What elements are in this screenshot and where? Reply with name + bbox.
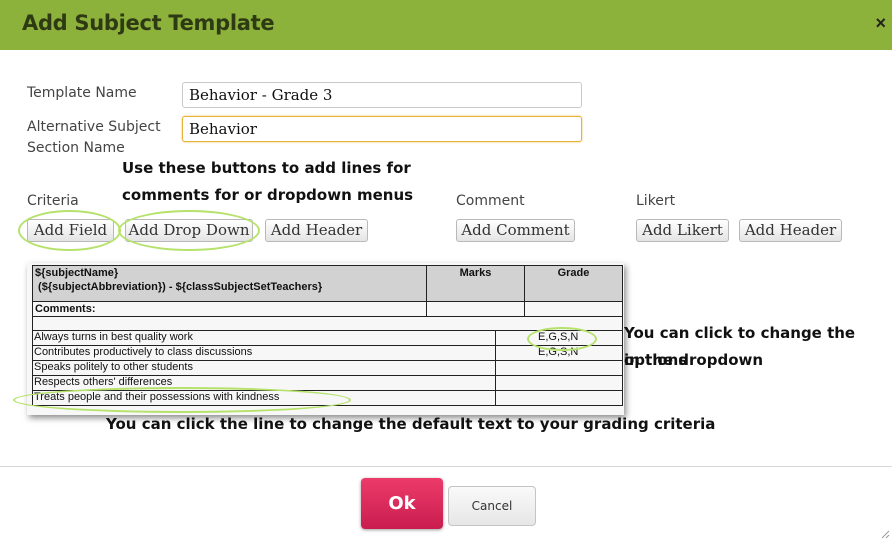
- likert-label: Likert: [636, 193, 676, 209]
- resize-grip-icon[interactable]: [880, 529, 890, 539]
- template-name-input[interactable]: [182, 82, 582, 108]
- alt-name-label-line1: Alternative Subject: [27, 119, 161, 135]
- add-drop-down-button[interactable]: Add Drop Down: [125, 219, 253, 242]
- subject-abbreviation-placeholder: (${subjectAbbreviation}) - ${classSubjec…: [35, 281, 323, 293]
- criteria-row-text[interactable]: Respects others' differences: [34, 376, 172, 389]
- buttons-note-line2: comments for or dropdown menus: [122, 186, 414, 204]
- add-likert-button[interactable]: Add Likert: [636, 219, 729, 242]
- close-icon[interactable]: ×: [875, 13, 886, 34]
- criteria-row-text[interactable]: Always turns in best quality work: [34, 331, 193, 344]
- template-name-label: Template Name: [27, 85, 137, 101]
- line-edit-note: You can click the line to change the def…: [106, 415, 716, 433]
- template-preview: ${subjectName} (${subjectAbbreviation}) …: [27, 263, 624, 415]
- add-header-criteria-button[interactable]: Add Header: [265, 219, 368, 242]
- criteria-row-text[interactable]: Treats people and their possessions with…: [34, 391, 279, 404]
- ok-button[interactable]: Ok: [361, 478, 443, 529]
- subject-name-placeholder: ${subjectName}: [35, 267, 119, 279]
- comment-label: Comment: [456, 193, 525, 209]
- add-comment-button[interactable]: Add Comment: [456, 219, 575, 242]
- add-header-likert-button[interactable]: Add Header: [739, 219, 842, 242]
- add-field-button[interactable]: Add Field: [27, 219, 114, 242]
- grade-dropdown-options[interactable]: E,G,S,N: [538, 331, 578, 344]
- dropdown-note-line2: in the dropdown: [624, 351, 764, 369]
- buttons-note-line1: Use these buttons to add lines for: [122, 159, 411, 177]
- grade-dropdown-options[interactable]: E,G,S,N: [538, 346, 578, 359]
- dialog-title-bar: Add Subject Template ×: [0, 0, 892, 50]
- alt-name-input[interactable]: [182, 116, 582, 142]
- footer-divider: [0, 466, 892, 467]
- grade-column-header: Grade: [557, 267, 590, 279]
- marks-column-header: Marks: [459, 267, 492, 279]
- alt-name-label-line2: Section Name: [27, 140, 125, 156]
- criteria-row-text[interactable]: Speaks politely to other students: [34, 361, 193, 374]
- criteria-label: Criteria: [27, 193, 79, 209]
- criteria-row-text[interactable]: Contributes productively to class discus…: [34, 346, 252, 359]
- dialog-title: Add Subject Template: [22, 11, 275, 35]
- comments-row-label: Comments:: [35, 303, 96, 315]
- cancel-button[interactable]: Cancel: [448, 486, 536, 526]
